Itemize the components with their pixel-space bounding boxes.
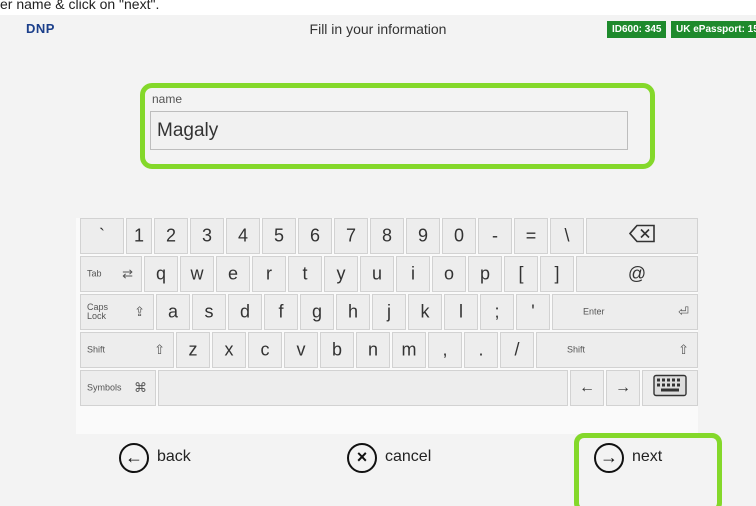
key-o[interactable]: o bbox=[432, 256, 466, 292]
key-v[interactable]: v bbox=[284, 332, 318, 368]
key-quote[interactable]: ' bbox=[516, 294, 550, 330]
key-arrow-left[interactable]: ← bbox=[570, 370, 604, 406]
key-5[interactable]: 5 bbox=[262, 218, 296, 254]
key-h[interactable]: h bbox=[336, 294, 370, 330]
name-input[interactable]: Magaly bbox=[150, 111, 628, 150]
key-l[interactable]: l bbox=[444, 294, 478, 330]
enter-icon: ⏎ bbox=[678, 304, 689, 319]
key-1[interactable]: 1 bbox=[126, 218, 152, 254]
key-caps-lock[interactable]: Caps Lock ⇪ bbox=[80, 294, 154, 330]
key-p[interactable]: p bbox=[468, 256, 502, 292]
key-enter[interactable]: Enter ⏎ bbox=[552, 294, 698, 330]
key-minus[interactable]: - bbox=[478, 218, 512, 254]
arrow-left-circle-icon: ← bbox=[119, 443, 149, 473]
key-shift-left[interactable]: Shift ⇧ bbox=[80, 332, 174, 368]
key-a[interactable]: a bbox=[156, 294, 190, 330]
backspace-icon bbox=[587, 224, 697, 248]
key-n[interactable]: n bbox=[356, 332, 390, 368]
arrow-right-circle-icon: → bbox=[594, 443, 624, 473]
key-backtick[interactable]: ` bbox=[80, 218, 124, 254]
caps-lock-icon: ⇪ bbox=[134, 304, 145, 319]
key-t[interactable]: t bbox=[288, 256, 322, 292]
key-f[interactable]: f bbox=[264, 294, 298, 330]
key-w[interactable]: w bbox=[180, 256, 214, 292]
name-label: name bbox=[152, 92, 183, 106]
key-6[interactable]: 6 bbox=[298, 218, 332, 254]
key-slash[interactable]: / bbox=[500, 332, 534, 368]
key-i[interactable]: i bbox=[396, 256, 430, 292]
instruction-caption: er name & click on "next". bbox=[0, 0, 160, 12]
key-e[interactable]: e bbox=[216, 256, 250, 292]
on-screen-keyboard: ` 1 2 3 4 5 6 7 8 9 0 - = \ Tab ⇄ q w e … bbox=[76, 218, 698, 434]
key-comma[interactable]: , bbox=[428, 332, 462, 368]
key-d[interactable]: d bbox=[228, 294, 262, 330]
status-badge-epassport: UK ePassport: 1500 bbox=[671, 21, 756, 38]
key-z[interactable]: z bbox=[176, 332, 210, 368]
next-button-highlight bbox=[574, 433, 722, 506]
key-hide-keyboard[interactable] bbox=[642, 370, 698, 406]
key-symbols[interactable]: Symbols ⌘ bbox=[80, 370, 156, 406]
key-shift-right[interactable]: Shift ⇧ bbox=[536, 332, 698, 368]
key-backspace[interactable] bbox=[586, 218, 698, 254]
key-b[interactable]: b bbox=[320, 332, 354, 368]
key-9[interactable]: 9 bbox=[406, 218, 440, 254]
arrow-left-icon: ← bbox=[579, 379, 595, 396]
key-c[interactable]: c bbox=[248, 332, 282, 368]
key-3[interactable]: 3 bbox=[190, 218, 224, 254]
key-0[interactable]: 0 bbox=[442, 218, 476, 254]
key-r[interactable]: r bbox=[252, 256, 286, 292]
shift-icon: ⇧ bbox=[678, 342, 689, 357]
key-g[interactable]: g bbox=[300, 294, 334, 330]
arrow-right-icon: → bbox=[615, 379, 631, 396]
command-icon: ⌘ bbox=[134, 380, 147, 395]
close-circle-icon: × bbox=[347, 443, 377, 473]
key-at[interactable]: @ bbox=[576, 256, 698, 292]
key-close-bracket[interactable]: ] bbox=[540, 256, 574, 292]
key-y[interactable]: y bbox=[324, 256, 358, 292]
key-period[interactable]: . bbox=[464, 332, 498, 368]
top-bar: DNP Fill in your information ID600: 345 … bbox=[0, 15, 756, 45]
key-space[interactable] bbox=[158, 370, 568, 406]
key-7[interactable]: 7 bbox=[334, 218, 368, 254]
tab-icon: ⇄ bbox=[122, 266, 133, 281]
key-x[interactable]: x bbox=[212, 332, 246, 368]
key-u[interactable]: u bbox=[360, 256, 394, 292]
keyboard-icon bbox=[643, 374, 697, 402]
key-2[interactable]: 2 bbox=[154, 218, 188, 254]
key-tab[interactable]: Tab ⇄ bbox=[80, 256, 142, 292]
key-j[interactable]: j bbox=[372, 294, 406, 330]
key-q[interactable]: q bbox=[144, 256, 178, 292]
key-m[interactable]: m bbox=[392, 332, 426, 368]
key-s[interactable]: s bbox=[192, 294, 226, 330]
key-8[interactable]: 8 bbox=[370, 218, 404, 254]
key-open-bracket[interactable]: [ bbox=[504, 256, 538, 292]
key-equals[interactable]: = bbox=[514, 218, 548, 254]
key-4[interactable]: 4 bbox=[226, 218, 260, 254]
key-backslash[interactable]: \ bbox=[550, 218, 584, 254]
shift-icon: ⇧ bbox=[154, 342, 165, 357]
key-k[interactable]: k bbox=[408, 294, 442, 330]
status-badge-id600: ID600: 345 bbox=[607, 21, 667, 38]
key-arrow-right[interactable]: → bbox=[606, 370, 640, 406]
key-semicolon[interactable]: ; bbox=[480, 294, 514, 330]
